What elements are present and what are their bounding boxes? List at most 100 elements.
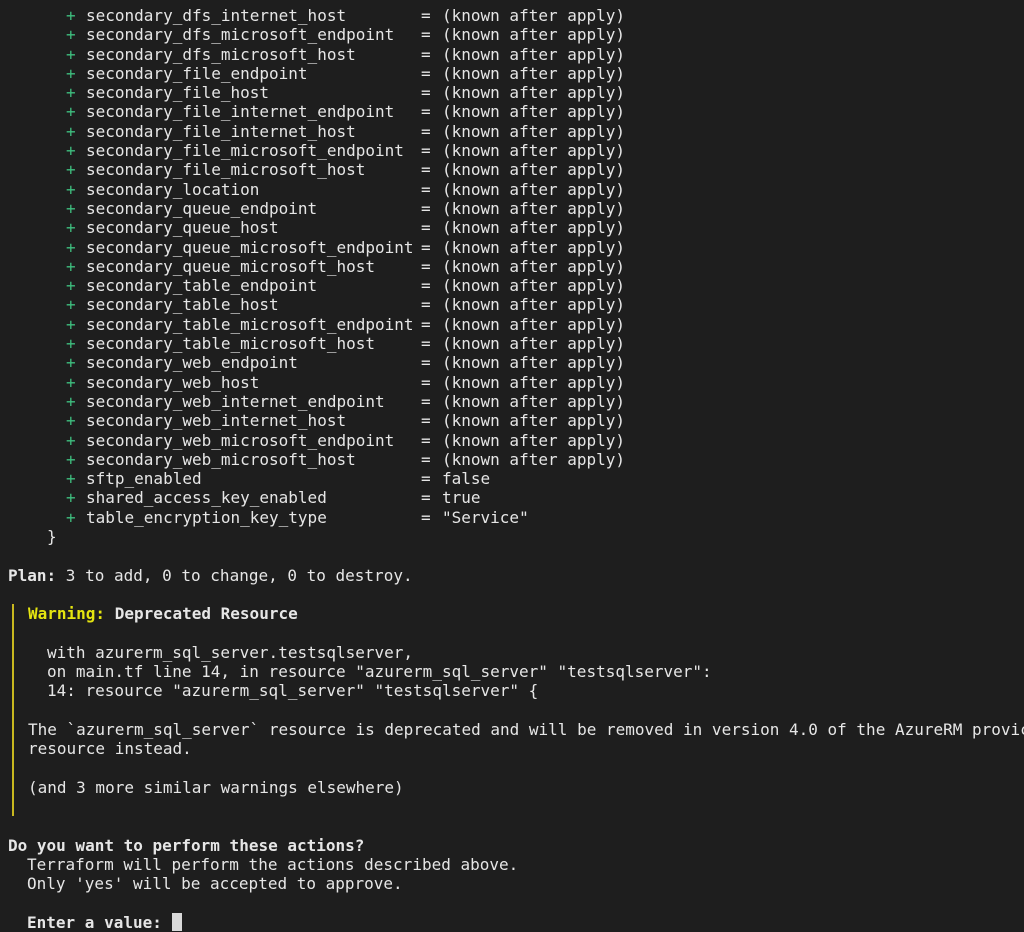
attribute-name: secondary_dfs_microsoft_host	[86, 44, 356, 64]
equals-sign: =	[421, 179, 431, 199]
plus-sign: +	[66, 25, 76, 45]
attribute-row: + shared_access_key_enabled = true	[8, 488, 1024, 507]
plus-sign: +	[66, 488, 76, 508]
plus-sign: +	[66, 179, 76, 199]
warning-header: Warning: Deprecated Resource	[28, 604, 1024, 623]
attribute-value: (known after apply)	[442, 198, 626, 218]
attribute-name: secondary_queue_microsoft_host	[86, 256, 375, 276]
warning-block: Warning: Deprecated Resource with azurer…	[12, 604, 1024, 817]
equals-sign: =	[421, 334, 431, 354]
equals-sign: =	[421, 488, 431, 508]
plus-sign: +	[66, 276, 76, 296]
attribute-name: secondary_dfs_microsoft_endpoint	[86, 25, 395, 45]
warning-context-line: 14: resource "azurerm_sql_server" "tests…	[28, 681, 1024, 700]
equals-sign: =	[421, 198, 431, 218]
attribute-name: secondary_table_microsoft_endpoint	[86, 314, 414, 334]
equals-sign: =	[421, 237, 431, 257]
plus-sign: +	[66, 141, 76, 161]
attribute-value: (known after apply)	[442, 179, 626, 199]
prompt-input-label: Enter a value:	[27, 912, 172, 932]
attribute-row: + secondary_web_internet_host = (known afte…	[8, 411, 1024, 430]
plus-sign: +	[66, 102, 76, 122]
attribute-name: secondary_location	[86, 179, 260, 199]
equals-sign: =	[421, 6, 431, 25]
attribute-value: (known after apply)	[442, 411, 626, 431]
plus-sign: +	[66, 295, 76, 315]
equals-sign: =	[421, 25, 431, 45]
attribute-row: + secondary_web_internet_endpoint = (known …	[8, 392, 1024, 411]
attribute-name: secondary_queue_host	[86, 218, 279, 238]
attribute-name: secondary_table_endpoint	[86, 276, 318, 296]
attribute-name: secondary_web_host	[86, 372, 260, 392]
equals-sign: =	[421, 141, 431, 161]
attribute-name: secondary_file_microsoft_endpoint	[86, 141, 404, 161]
attribute-name: secondary_queue_endpoint	[86, 198, 318, 218]
attribute-row: + secondary_dfs_microsoft_endpoint = (known…	[8, 25, 1024, 44]
attribute-value: (known after apply)	[442, 25, 626, 45]
warning-message-line: resource instead.	[28, 739, 192, 759]
attribute-name: secondary_table_microsoft_host	[86, 334, 375, 354]
plus-sign: +	[66, 83, 76, 103]
prompt-input-row[interactable]: Enter a value:	[8, 912, 1024, 932]
attribute-value: (known after apply)	[442, 237, 626, 257]
warning-title: Deprecated Resource	[105, 604, 298, 624]
attribute-row: + secondary_file_endpoint = (known after ap…	[8, 64, 1024, 83]
plus-sign: +	[66, 237, 76, 257]
attribute-value: (known after apply)	[442, 141, 626, 161]
attribute-value: "Service"	[442, 507, 529, 527]
attribute-name: secondary_dfs_internet_host	[86, 6, 347, 25]
attribute-value: (known after apply)	[442, 83, 626, 103]
attribute-row: + secondary_file_microsoft_host = (known af…	[8, 160, 1024, 179]
attribute-name: secondary_file_internet_host	[86, 121, 356, 141]
attribute-row: + secondary_file_internet_host = (known aft…	[8, 122, 1024, 141]
attribute-value: (known after apply)	[442, 353, 626, 373]
attribute-row: + secondary_web_endpoint = (known after app…	[8, 353, 1024, 372]
attribute-value: (known after apply)	[442, 256, 626, 276]
attribute-row: + secondary_table_microsoft_endpoint = (kno…	[8, 315, 1024, 334]
prompt-line-2: Only 'yes' will be accepted to approve.	[27, 874, 403, 894]
attribute-row: + secondary_dfs_microsoft_host = (known aft…	[8, 45, 1024, 64]
attribute-row: + secondary_web_host = (known after apply)	[8, 373, 1024, 392]
attribute-row: + secondary_file_microsoft_endpoint = (know…	[8, 141, 1024, 160]
warning-context-line: on main.tf line 14, in resource "azurerm…	[47, 662, 712, 682]
attribute-row: + secondary_table_microsoft_host = (known a…	[8, 334, 1024, 353]
plus-sign: +	[66, 121, 76, 141]
attribute-row: + secondary_queue_endpoint = (known after a…	[8, 199, 1024, 218]
attribute-name: secondary_web_internet_endpoint	[86, 391, 385, 411]
plan-summary: Plan: 3 to add, 0 to change, 0 to destro…	[8, 566, 1024, 585]
attribute-value: (known after apply)	[442, 121, 626, 141]
attribute-value: (known after apply)	[442, 102, 626, 122]
warning-message-line: The `azurerm_sql_server` resource is dep…	[28, 719, 1024, 739]
attribute-row: + secondary_file_internet_endpoint = (known…	[8, 102, 1024, 121]
terminal-output: + secondary_dfs_internet_host = (known afte…	[8, 6, 1024, 932]
attribute-value: (known after apply)	[442, 314, 626, 334]
warning-label: Warning:	[28, 604, 106, 624]
plus-sign: +	[66, 314, 76, 334]
attribute-row: + secondary_queue_host = (known after apply…	[8, 218, 1024, 237]
attribute-row: + table_encryption_key_type = "Service"	[8, 508, 1024, 527]
plus-sign: +	[66, 372, 76, 392]
text-cursor[interactable]	[171, 912, 182, 931]
attribute-value: (known after apply)	[442, 334, 626, 354]
plus-sign: +	[66, 6, 76, 25]
attribute-value: (known after apply)	[442, 372, 626, 392]
plus-sign: +	[66, 507, 76, 527]
equals-sign: =	[421, 507, 431, 527]
warning-more: (and 3 more similar warnings elsewhere)	[28, 777, 404, 797]
equals-sign: =	[421, 353, 431, 373]
attribute-row: + secondary_queue_microsoft_host = (known a…	[8, 257, 1024, 276]
plus-sign: +	[66, 44, 76, 64]
equals-sign: =	[421, 314, 431, 334]
plus-sign: +	[66, 449, 76, 469]
attribute-value: (known after apply)	[442, 6, 626, 25]
attribute-name: sftp_enabled	[86, 469, 202, 489]
prompt-question: Do you want to perform these actions?	[8, 835, 365, 855]
attribute-row: + sftp_enabled = false	[8, 469, 1024, 488]
attribute-list: + secondary_dfs_internet_host = (known afte…	[8, 6, 1024, 527]
attribute-value: (known after apply)	[442, 391, 626, 411]
attribute-row: + secondary_web_microsoft_host = (known aft…	[8, 450, 1024, 469]
plan-label: Plan:	[8, 565, 57, 585]
plus-sign: +	[66, 256, 76, 276]
attribute-value: true	[442, 488, 481, 508]
equals-sign: =	[421, 411, 431, 431]
